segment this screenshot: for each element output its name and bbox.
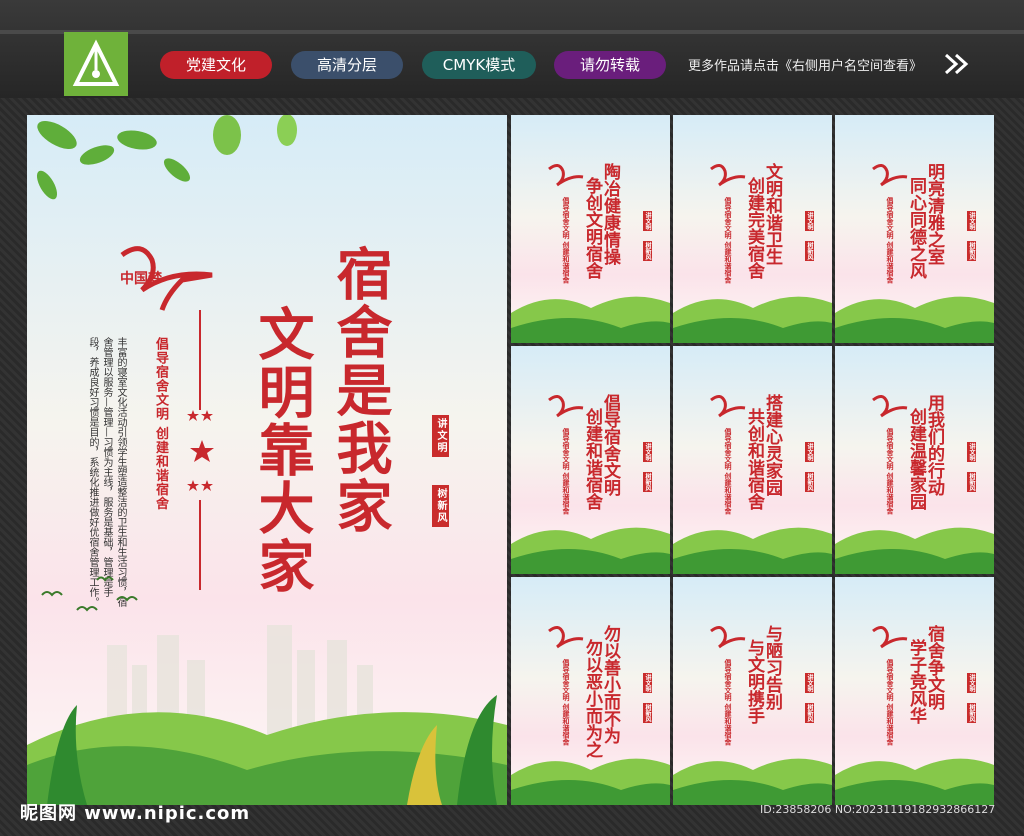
small-poster: 文明和谐卫生 创建完美宿舍 倡导宿舍文明 创建和谐宿舍 讲文明 树新风 bbox=[673, 115, 832, 343]
seal-civility: 讲文明 bbox=[805, 211, 814, 231]
poster-line2: 创建完美宿舍 bbox=[744, 177, 764, 279]
svg-text:中国梦: 中国梦 bbox=[120, 270, 163, 287]
seal-civility: 讲文明 bbox=[967, 673, 976, 693]
poster-caption: 倡导宿舍文明 创建和谐宿舍 bbox=[886, 428, 895, 515]
site-logo[interactable] bbox=[64, 32, 128, 96]
seal-civility: 讲文明 bbox=[432, 415, 449, 457]
hills-illustration bbox=[511, 296, 670, 343]
main-title-line2: 文明靠大家 bbox=[249, 305, 315, 595]
poster-line2: 与文明携手 bbox=[744, 639, 764, 724]
small-poster: 宿舍争文明 学子竞风华 倡导宿舍文明 创建和谐宿舍 讲文明 树新风 bbox=[835, 577, 994, 805]
china-dream-logo bbox=[872, 395, 908, 418]
seal-civility: 讲文明 bbox=[643, 673, 652, 693]
hills-illustration bbox=[673, 527, 832, 574]
hills-illustration bbox=[511, 527, 670, 574]
divider bbox=[199, 500, 201, 590]
main-poster: 中国梦 宿舍是我家 文明靠大家 倡导宿舍文明 创建和谐宿舍 丰富的寝室文化活动引… bbox=[27, 115, 507, 805]
seal-new-trend: 树新风 bbox=[805, 241, 814, 261]
small-poster: 倡导宿舍文明 创建和谐宿舍 倡导宿舍文明 创建和谐宿舍 讲文明 树新风 bbox=[511, 346, 670, 574]
small-poster: 用我们的行动 创建温馨家园 倡导宿舍文明 创建和谐宿舍 讲文明 树新风 bbox=[835, 346, 994, 574]
seal-new-trend: 树新风 bbox=[643, 703, 652, 723]
main-subtitle: 倡导宿舍文明 创建和谐宿舍 bbox=[153, 337, 168, 511]
china-dream-logo bbox=[548, 164, 584, 187]
hills-illustration bbox=[835, 296, 994, 343]
seal-new-trend: 树新风 bbox=[432, 485, 449, 527]
hills-illustration bbox=[835, 527, 994, 574]
small-poster: 明亮清雅之室 同心同德之风 倡导宿舍文明 创建和谐宿舍 讲文明 树新风 bbox=[835, 115, 994, 343]
poster-caption: 倡导宿舍文明 创建和谐宿舍 bbox=[562, 659, 571, 746]
china-dream-logo bbox=[548, 395, 584, 418]
poster-line2: 同心同德之风 bbox=[906, 177, 926, 279]
poster-caption: 倡导宿舍文明 创建和谐宿舍 bbox=[724, 428, 733, 515]
stars-icon bbox=[187, 410, 214, 491]
poster-caption: 倡导宿舍文明 创建和谐宿舍 bbox=[724, 659, 733, 746]
hills-illustration bbox=[673, 296, 832, 343]
small-poster: 搭建心灵家园 共创和谐宿舍 倡导宿舍文明 创建和谐宿舍 讲文明 树新风 bbox=[673, 346, 832, 574]
pen-nib-icon bbox=[72, 39, 120, 86]
poster-line2: 创建温馨家园 bbox=[906, 408, 926, 510]
seal-new-trend: 树新风 bbox=[967, 241, 976, 261]
hills-illustration bbox=[835, 758, 994, 805]
city-and-hills-illustration bbox=[27, 625, 507, 805]
small-poster: 陶冶健康情操 争创文明宿舍 倡导宿舍文明 创建和谐宿舍 讲文明 树新风 bbox=[511, 115, 670, 343]
tag-hd-layers[interactable]: 高清分层 bbox=[291, 51, 403, 79]
seal-civility: 讲文明 bbox=[967, 211, 976, 231]
poster-line2: 学子竞风华 bbox=[906, 639, 926, 724]
seal-civility: 讲文明 bbox=[643, 211, 652, 231]
more-works-link[interactable]: 更多作品请点击《右侧用户名空间查看》 bbox=[688, 55, 922, 74]
china-dream-logo bbox=[710, 395, 746, 418]
small-poster: 与陋习告别 与文明携手 倡导宿舍文明 创建和谐宿舍 讲文明 树新风 bbox=[673, 577, 832, 805]
tag-party-culture[interactable]: 党建文化 bbox=[160, 51, 272, 79]
poster-caption: 倡导宿舍文明 创建和谐宿舍 bbox=[724, 197, 733, 284]
seal-civility: 讲文明 bbox=[643, 442, 652, 462]
seal-new-trend: 树新风 bbox=[967, 703, 976, 723]
small-poster: 勿以善小而不为 勿以恶小而为之 倡导宿舍文明 创建和谐宿舍 讲文明 树新风 bbox=[511, 577, 670, 805]
seal-new-trend: 树新风 bbox=[643, 241, 652, 261]
poster-line2: 争创文明宿舍 bbox=[582, 177, 602, 279]
tag-no-repost[interactable]: 请勿转载 bbox=[554, 51, 666, 79]
poster-line2: 创建和谐宿舍 bbox=[582, 408, 602, 510]
leaves-decoration bbox=[36, 115, 297, 200]
tag-cmyk[interactable]: CMYK模式 bbox=[422, 51, 536, 79]
poster-caption: 倡导宿舍文明 创建和谐宿舍 bbox=[562, 428, 571, 515]
watermark: 昵图网 www.nipic.com bbox=[20, 803, 251, 824]
seal-new-trend: 树新风 bbox=[967, 472, 976, 492]
china-dream-logo: 中国梦 bbox=[120, 246, 213, 311]
divider bbox=[199, 310, 201, 410]
china-dream-logo bbox=[548, 626, 584, 649]
china-dream-logo bbox=[872, 626, 908, 649]
seal-new-trend: 树新风 bbox=[805, 703, 814, 723]
top-banner: 党建文化 高清分层 CMYK模式 请勿转载 更多作品请点击《右侧用户名空间查看》 bbox=[0, 0, 1024, 98]
china-dream-logo bbox=[872, 164, 908, 187]
poster-line2: 共创和谐宿舍 bbox=[744, 408, 764, 510]
china-dream-logo bbox=[710, 164, 746, 187]
poster-caption: 倡导宿舍文明 创建和谐宿舍 bbox=[886, 659, 895, 746]
china-dream-logo bbox=[710, 626, 746, 649]
divider bbox=[0, 30, 1024, 34]
seal-new-trend: 树新风 bbox=[643, 472, 652, 492]
double-arrow-icon[interactable] bbox=[944, 53, 970, 75]
poster-caption: 倡导宿舍文明 创建和谐宿舍 bbox=[562, 197, 571, 284]
seal-new-trend: 树新风 bbox=[805, 472, 814, 492]
image-id: ID:23858206 NO:20231119182932866127 bbox=[760, 803, 996, 816]
hills-illustration bbox=[511, 758, 670, 805]
poster-caption: 倡导宿舍文明 创建和谐宿舍 bbox=[886, 197, 895, 284]
main-title-line1: 宿舍是我家 bbox=[327, 245, 393, 535]
hills-illustration bbox=[673, 758, 832, 805]
seal-civility: 讲文明 bbox=[805, 442, 814, 462]
seal-civility: 讲文明 bbox=[805, 673, 814, 693]
seal-civility: 讲文明 bbox=[967, 442, 976, 462]
